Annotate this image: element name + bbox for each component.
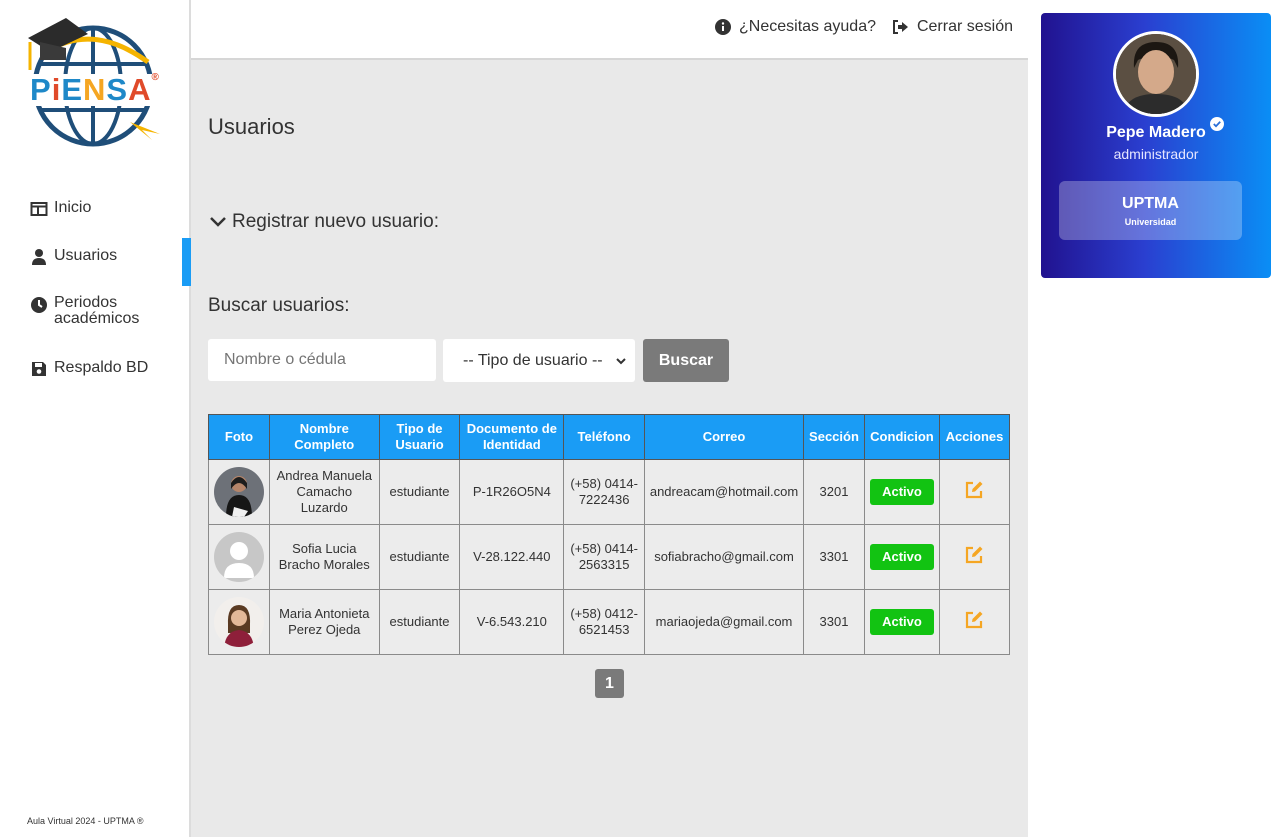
avatar [213,467,264,517]
sidebar-item-label: Respaldo BD [54,359,149,376]
verified-icon [1210,117,1224,131]
users-table: Foto Nombre Completo Tipo de Usuario Doc… [208,414,1011,655]
floppy-disk-icon [32,362,46,376]
name-cell: Andrea Manuela Camacho Luzardo [268,459,380,525]
status-cell: Activo [863,589,940,655]
profile-card: Pepe Madero administrador UPTMA Universi… [1041,13,1271,278]
table-row: Maria Antonieta Perez Ojeda estudiante V… [208,589,1011,655]
actions-cell [938,459,1011,525]
photo-cell [208,589,270,655]
sidebar-nav: Inicio Usuarios Periodos académicos Resp… [0,190,191,398]
edit-icon[interactable] [964,545,984,565]
table-header: Documento de Identidad [459,414,565,460]
user-icon [32,249,46,265]
type-cell: estudiante [378,589,461,655]
photo-cell [208,459,270,525]
email-cell: sofiabracho@gmail.com [644,524,804,590]
logo-text: PiENSA® [30,72,160,107]
table-header: Acciones [938,414,1011,460]
sidebar-item-periodos[interactable]: Periodos académicos [0,286,189,350]
chevron-down-icon [210,217,226,227]
register-user-toggle[interactable]: Registrar nuevo usuario: [208,211,439,233]
sidebar-item-label: Usuarios [54,247,118,264]
profile-role: administrador [1113,146,1199,162]
status-badge: Activo [869,544,934,570]
clock-icon [31,297,47,313]
search-section-title: Buscar usuarios: [208,295,350,316]
table-header: Nombre Completo [268,414,380,460]
phone-cell: (+58) 0412-6521453 [563,589,646,655]
table-header: Sección [803,414,865,460]
actions-cell [938,524,1011,590]
footer-copyright: Aula Virtual 2024 - UPTMA ® [27,816,144,826]
type-cell: estudiante [378,524,461,590]
photo-cell [208,524,270,590]
university-name: UPTMA [1122,195,1179,212]
user-type-select-value: -- Tipo de usuario -- [463,351,603,369]
document-cell: V-28.122.440 [459,524,565,590]
type-cell: estudiante [378,459,461,525]
page-title: Usuarios [208,114,295,139]
sidebar-item-label: Periodos académicos [54,294,140,327]
table-header: Teléfono [563,414,646,460]
email-cell: mariaojeda@gmail.com [644,589,804,655]
university-box[interactable]: UPTMA Universidad [1059,181,1242,240]
section-cell: 3301 [803,589,865,655]
help-link[interactable]: ¿Necesitas ayuda? [715,18,876,36]
section-cell: 3301 [803,524,865,590]
topbar: ¿Necesitas ayuda? Cerrar sesión [191,0,1028,60]
status-cell: Activo [863,459,940,525]
avatar-placeholder [213,532,264,582]
logout-label: Cerrar sesión [916,18,1013,35]
table-header: Correo [644,414,804,460]
profile-name: Pepe Madero [1106,124,1206,141]
search-button[interactable]: Buscar [643,339,729,382]
document-cell: V-6.543.210 [459,589,565,655]
profile-avatar[interactable] [1113,31,1199,117]
university-subtitle: Universidad [1124,217,1177,227]
chevron-down-icon [616,357,626,364]
table-header: Foto [208,414,270,460]
table-header-row: Foto Nombre Completo Tipo de Usuario Doc… [208,414,1011,460]
sidebar-item-inicio[interactable]: Inicio [0,190,189,238]
actions-cell [938,589,1011,655]
main-content: Usuarios Registrar nuevo usuario: Buscar… [191,60,1028,837]
table-row: Andrea Manuela Camacho Luzardo estudiant… [208,459,1011,525]
user-type-select[interactable]: -- Tipo de usuario -- [443,339,635,382]
status-badge: Activo [869,609,934,635]
sidebar-item-label: Inicio [54,199,92,216]
register-label: Registrar nuevo usuario: [232,211,439,232]
avatar [213,597,264,647]
pagination-page[interactable]: 1 [595,669,624,698]
sidebar-item-respaldo[interactable]: Respaldo BD [0,350,189,398]
phone-cell: (+58) 0414-2563315 [563,524,646,590]
edit-icon[interactable] [964,480,984,500]
sidebar: PiENSA® Inicio Usuarios Periodos académi… [0,0,191,837]
status-cell: Activo [863,524,940,590]
table-header: Condicion [863,414,940,460]
home-icon [30,202,48,216]
status-badge: Activo [869,479,934,505]
edit-icon[interactable] [964,610,984,630]
section-cell: 3201 [803,459,865,525]
logout-link[interactable]: Cerrar sesión [892,18,1013,36]
name-cell: Sofia Lucia Bracho Morales [268,524,380,590]
table-row: Sofia Lucia Bracho Morales estudiante V-… [208,524,1011,590]
name-cell: Maria Antonieta Perez Ojeda [268,589,380,655]
table-header: Tipo de Usuario [378,414,461,460]
document-cell: P-1R26O5N4 [459,459,565,525]
info-icon [715,19,732,35]
logout-icon [892,20,908,34]
help-label: ¿Necesitas ayuda? [739,18,876,35]
phone-cell: (+58) 0414-7222436 [563,459,646,525]
search-input[interactable] [208,339,436,381]
sidebar-item-usuarios[interactable]: Usuarios [0,238,191,286]
email-cell: andreacam@hotmail.com [644,459,804,525]
piensa-logo[interactable]: PiENSA® [26,12,166,147]
